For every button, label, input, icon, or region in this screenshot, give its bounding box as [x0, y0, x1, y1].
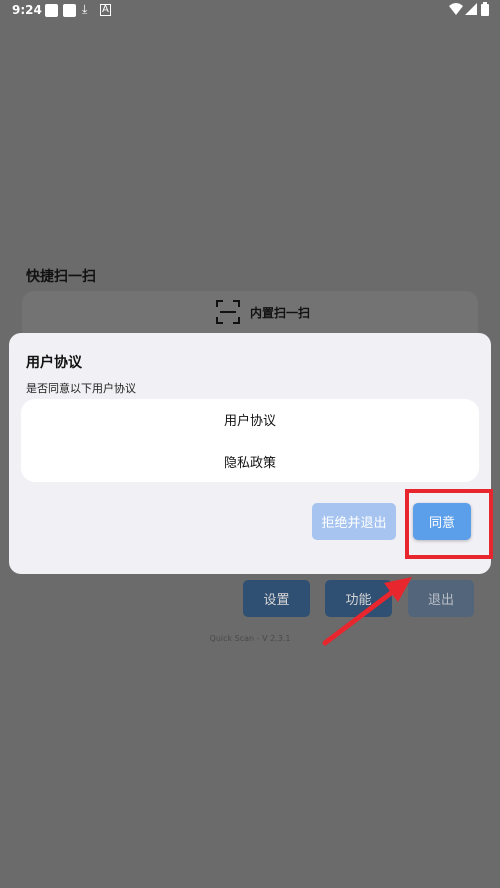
annotation-arrow-icon — [322, 577, 412, 646]
